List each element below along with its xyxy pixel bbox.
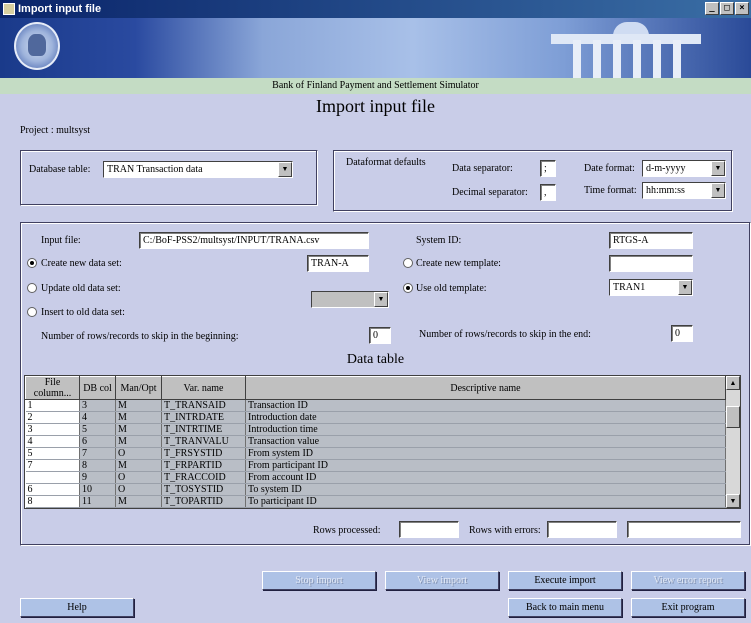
project-label: Project : multsyst bbox=[20, 125, 90, 136]
column-header[interactable]: DB col bbox=[79, 376, 116, 400]
date-format-select[interactable]: d-m-yyyy ▼ bbox=[642, 160, 726, 177]
use-template-select[interactable]: TRAN1 ▼ bbox=[609, 279, 693, 296]
table-row[interactable]: 3 5 M T_INTRTIME Introduction time bbox=[25, 423, 726, 436]
system-id-label: System ID: bbox=[416, 235, 462, 246]
chevron-down-icon[interactable]: ▼ bbox=[678, 280, 692, 295]
rows-errors-field[interactable] bbox=[547, 521, 617, 538]
time-format-select[interactable]: hh:mm:ss ▼ bbox=[642, 182, 726, 199]
window-title: Import input file bbox=[18, 3, 102, 15]
back-to-main-menu-button[interactable]: Back to main menu bbox=[508, 598, 622, 617]
help-button[interactable]: Help bbox=[20, 598, 134, 617]
insert-old-label: Insert to old data set: bbox=[41, 307, 125, 318]
chevron-down-icon[interactable]: ▼ bbox=[374, 292, 388, 307]
table-row[interactable]: 5 7 O T_FRSYSTID From system ID bbox=[25, 447, 726, 460]
bank-seal-icon bbox=[14, 22, 60, 70]
create-template-field[interactable] bbox=[609, 255, 693, 272]
app-icon bbox=[3, 3, 15, 15]
scroll-down-icon[interactable]: ▼ bbox=[726, 494, 740, 508]
skip-begin-label: Number of rows/records to skip in the be… bbox=[41, 331, 239, 342]
data-separator-input[interactable]: ; bbox=[540, 160, 556, 177]
table-row[interactable]: 8 11 M T_TOPARTID To participant ID bbox=[25, 495, 726, 508]
exit-program-button[interactable]: Exit program bbox=[631, 598, 745, 617]
execute-import-button[interactable]: Execute import bbox=[508, 571, 622, 590]
old-data-set-select[interactable]: ▼ bbox=[311, 291, 389, 308]
status-extra-field[interactable] bbox=[627, 521, 741, 538]
column-header[interactable]: Man/Opt bbox=[115, 376, 162, 400]
column-header[interactable]: Descriptive name bbox=[245, 376, 726, 400]
create-new-radio[interactable] bbox=[27, 258, 37, 268]
import-window: Import input file _ □ × Bank of Finland … bbox=[0, 0, 751, 623]
system-id-field[interactable]: RTGS-A bbox=[609, 232, 693, 249]
date-format-label: Date format: bbox=[584, 163, 635, 174]
title-bar: Import input file _ □ × bbox=[0, 0, 751, 18]
table-row[interactable]: 1 3 M T_TRANSAID Transaction ID bbox=[25, 399, 726, 412]
scroll-thumb[interactable] bbox=[726, 406, 740, 428]
input-file-field[interactable]: C:/BoF-PSS2/multsyst/INPUT/TRANA.csv bbox=[139, 232, 369, 249]
decimal-separator-input[interactable]: , bbox=[540, 184, 556, 201]
create-new-label: Create new data set: bbox=[41, 258, 122, 269]
column-header[interactable]: Var. name bbox=[161, 376, 246, 400]
decimal-separator-label: Decimal separator: bbox=[452, 187, 528, 198]
insert-old-radio[interactable] bbox=[27, 307, 37, 317]
table-row[interactable]: 4 6 M T_TRANVALU Transaction value bbox=[25, 435, 726, 448]
maximize-button[interactable]: □ bbox=[720, 2, 734, 15]
database-select[interactable]: TRAN Transaction data ▼ bbox=[103, 161, 293, 178]
close-button[interactable]: × bbox=[735, 2, 749, 15]
page-title: Import input file bbox=[316, 96, 435, 116]
dataformat-panel: Dataformat defaults Data separator: ; De… bbox=[333, 150, 733, 212]
rows-processed-label: Rows processed: bbox=[313, 525, 381, 536]
table-row[interactable]: 7 8 M T_FRPARTID From participant ID bbox=[25, 459, 726, 472]
chevron-down-icon[interactable]: ▼ bbox=[278, 162, 292, 177]
input-file-label: Input file: bbox=[41, 235, 81, 246]
skip-end-field[interactable]: 0 bbox=[671, 325, 693, 342]
minimize-button[interactable]: _ bbox=[705, 2, 719, 15]
scroll-up-icon[interactable]: ▲ bbox=[726, 376, 740, 390]
chevron-down-icon[interactable]: ▼ bbox=[711, 183, 725, 198]
view-import-button[interactable]: View import bbox=[385, 571, 499, 590]
data-separator-label: Data separator: bbox=[452, 163, 513, 174]
update-old-label: Update old data set: bbox=[41, 283, 121, 294]
skip-end-label: Number of rows/records to skip in the en… bbox=[419, 329, 591, 340]
table-row[interactable]: 6 10 O T_TOSYSTID To system ID bbox=[25, 483, 726, 496]
view-error-report-button[interactable]: View error report bbox=[631, 571, 745, 590]
table-row[interactable]: 9 O T_FRACCOID From account ID bbox=[25, 471, 726, 484]
use-template-radio[interactable] bbox=[403, 283, 413, 293]
header-banner bbox=[0, 18, 751, 78]
data-table[interactable]: File column... DB col Man/Opt Var. name … bbox=[24, 375, 741, 509]
dataformat-label: Dataformat defaults bbox=[346, 157, 426, 168]
data-table-title: Data table bbox=[346, 352, 405, 367]
create-new-field[interactable]: TRAN-A bbox=[307, 255, 369, 272]
table-scrollbar[interactable]: ▲ ▼ bbox=[726, 376, 740, 508]
create-template-radio[interactable] bbox=[403, 258, 413, 268]
database-label: Database table: bbox=[29, 164, 91, 175]
update-old-radio[interactable] bbox=[27, 283, 37, 293]
skip-begin-field[interactable]: 0 bbox=[369, 327, 391, 344]
chevron-down-icon[interactable]: ▼ bbox=[711, 161, 725, 176]
use-template-label: Use old template: bbox=[416, 283, 487, 294]
app-subtitle: Bank of Finland Payment and Settlement S… bbox=[0, 78, 751, 94]
rows-errors-label: Rows with errors: bbox=[469, 525, 541, 536]
building-image bbox=[501, 22, 741, 78]
create-template-label: Create new template: bbox=[416, 258, 501, 269]
table-row[interactable]: 2 4 M T_INTRDATE Introduction date bbox=[25, 411, 726, 424]
stop-import-button[interactable]: Stop import bbox=[262, 571, 376, 590]
rows-processed-field[interactable] bbox=[399, 521, 459, 538]
database-panel: Database table: TRAN Transaction data ▼ bbox=[20, 150, 318, 206]
column-header[interactable]: File column... bbox=[25, 376, 80, 400]
time-format-label: Time format: bbox=[584, 185, 637, 196]
